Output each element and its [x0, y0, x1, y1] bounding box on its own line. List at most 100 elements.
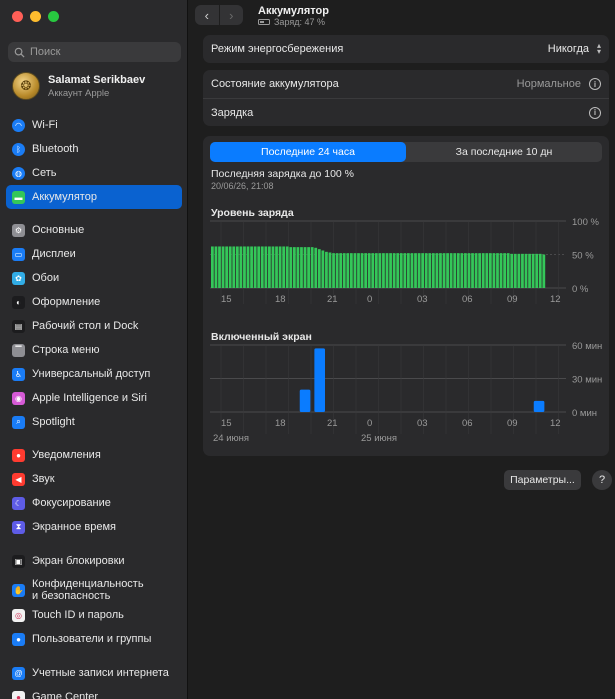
help-button[interactable]: ? — [592, 470, 612, 490]
sidebar-item-magnifier[interactable]: ⌕ Spotlight — [6, 410, 182, 434]
sidebar-item-wifi[interactable]: ◠ Wi-Fi — [6, 113, 182, 137]
search-icon — [14, 47, 25, 58]
sidebar-item-lock-screen[interactable]: ▣ Экран блокировки — [6, 549, 182, 573]
sidebar-item-fingerprint[interactable]: ◎ Touch ID и пароль — [6, 603, 182, 627]
battery-bar — [371, 253, 375, 288]
battery-health-info-icon[interactable]: i — [589, 78, 601, 90]
battery-bar — [542, 254, 546, 288]
minimize-window-button[interactable] — [30, 11, 41, 22]
wifi-icon: ◠ — [12, 118, 25, 132]
battery-bar — [342, 253, 346, 288]
sidebar-item-display[interactable]: ▭ Дисплеи — [6, 242, 182, 266]
battery-bar — [239, 246, 243, 288]
users-icon: ● — [12, 632, 25, 646]
y-tick-label: 60 мин — [572, 341, 602, 352]
battery-bar — [246, 246, 250, 288]
battery-bar — [478, 253, 482, 288]
x-tick-label: 18 — [275, 294, 286, 304]
x-tick-label: 15 — [221, 294, 232, 304]
y-tick-label: 30 мин — [572, 375, 602, 386]
forward-button[interactable]: › — [218, 5, 244, 25]
sidebar-item-label: Конфиденциальность и безопасность — [32, 578, 144, 602]
window-controls — [12, 11, 59, 22]
charging-label: Зарядка — [211, 106, 254, 119]
sidebar-item-at[interactable]: @ Учетные записи интернета — [6, 661, 182, 685]
search-input[interactable]: Поиск — [8, 42, 181, 62]
sidebar-item-dock[interactable]: ▤ Рабочий стол и Dock — [6, 314, 182, 338]
x-tick-label: 12 — [550, 418, 561, 429]
sidebar-item-label: Touch ID и пароль — [32, 609, 124, 621]
lock-screen-icon: ▣ — [12, 554, 25, 568]
sidebar-item-users[interactable]: ● Пользователи и группы — [6, 627, 182, 651]
battery-bar — [264, 246, 268, 288]
battery-bar — [531, 253, 535, 288]
battery-bar — [271, 246, 275, 288]
x-tick-label: 06 — [462, 294, 473, 304]
sidebar-item-siri[interactable]: ◉ Apple Intelligence и Siri — [6, 386, 182, 410]
battery-bar — [364, 253, 368, 288]
screen-on-bar — [299, 389, 311, 412]
battery-bar — [464, 253, 467, 288]
battery-bar — [414, 253, 417, 288]
sidebar-item-hourglass[interactable]: ⧗ Экранное время — [6, 515, 182, 539]
options-button[interactable]: Параметры... — [504, 470, 581, 490]
low-power-select[interactable]: Никогда ▴ ▾ — [548, 42, 601, 56]
sidebar-item-speaker[interactable]: ◀ Звук — [6, 467, 182, 491]
battery-bar — [385, 253, 389, 288]
battery-bar — [335, 253, 339, 288]
battery-bar — [538, 253, 542, 288]
sidebar-item-label: Строка меню — [32, 344, 100, 356]
back-button[interactable]: ‹ — [195, 5, 219, 25]
x-tick-label: 03 — [417, 294, 428, 304]
sidebar-item-gamecenter[interactable]: ● Game Center — [6, 685, 182, 699]
sidebar-item-globe[interactable]: ◍ Сеть — [6, 161, 182, 185]
sidebar-item-accessibility[interactable]: ♿ Универсальный доступ — [6, 362, 182, 386]
battery-bar — [439, 253, 442, 288]
account-profile[interactable]: ❂ Salamat Serikbaev Аккаунт Apple — [12, 72, 145, 100]
charging-info-icon[interactable]: i — [589, 106, 601, 119]
x-tick-label: 03 — [417, 418, 428, 429]
battery-bar — [453, 253, 457, 288]
tab-last-10-days[interactable]: За последние 10 дн — [406, 142, 602, 162]
globe-icon: ◍ — [12, 166, 25, 180]
sidebar-item-gear[interactable]: ⚙ Основные — [6, 218, 182, 242]
close-window-button[interactable] — [12, 11, 23, 22]
battery-bar — [460, 253, 464, 288]
battery-bar — [428, 253, 432, 288]
battery-bar — [456, 253, 460, 288]
sidebar-item-battery[interactable]: ▬ Аккумулятор — [6, 185, 182, 209]
charge-level-text: Заряд: 47 % — [274, 17, 325, 27]
x-tick-label: 21 — [327, 294, 338, 304]
battery-bar — [325, 251, 328, 288]
tab-last-24-hours[interactable]: Последние 24 часа — [210, 142, 406, 162]
sidebar-item-bell[interactable]: ● Уведомления — [6, 443, 182, 467]
accessibility-icon: ♿ — [12, 367, 25, 381]
sidebar-item-label: Основные — [32, 224, 85, 236]
day-label: 24 июня — [213, 433, 249, 444]
battery-bar — [314, 247, 318, 288]
navigation-buttons: ‹ › — [195, 5, 243, 25]
gear-icon: ⚙ — [12, 223, 25, 237]
battery-bar — [421, 253, 425, 288]
sidebar-item-bluetooth[interactable]: ᛒ Bluetooth — [6, 137, 182, 161]
battery-bar — [435, 253, 439, 288]
profile-name: Salamat Serikbaev — [48, 73, 146, 86]
battery-bar — [282, 246, 286, 288]
at-icon: @ — [12, 666, 25, 680]
sidebar-item-label: Рабочий стол и Dock — [32, 320, 139, 332]
sidebar-item-menubar[interactable]: ▔ Строка меню — [6, 338, 182, 362]
sidebar-item-appearance[interactable]: ◐ Оформление — [6, 290, 182, 314]
battery-bar — [528, 253, 531, 288]
sidebar-item-hand[interactable]: ✋ Конфиденциальность и безопасность — [6, 575, 182, 605]
x-tick-label: 09 — [507, 294, 518, 304]
last-charge-date: 20/06/26, 21:08 — [211, 181, 274, 191]
battery-bar — [485, 253, 489, 288]
battery-bar — [339, 253, 343, 288]
screen-on-bar — [314, 348, 325, 412]
sidebar-item-moon[interactable]: ☾ Фокусирование — [6, 491, 182, 515]
sidebar-item-flower[interactable]: ✿ Обои — [6, 266, 182, 290]
zoom-window-button[interactable] — [48, 11, 59, 22]
battery-bar — [492, 253, 496, 288]
flower-icon: ✿ — [12, 271, 25, 285]
battery-bar — [332, 253, 335, 288]
